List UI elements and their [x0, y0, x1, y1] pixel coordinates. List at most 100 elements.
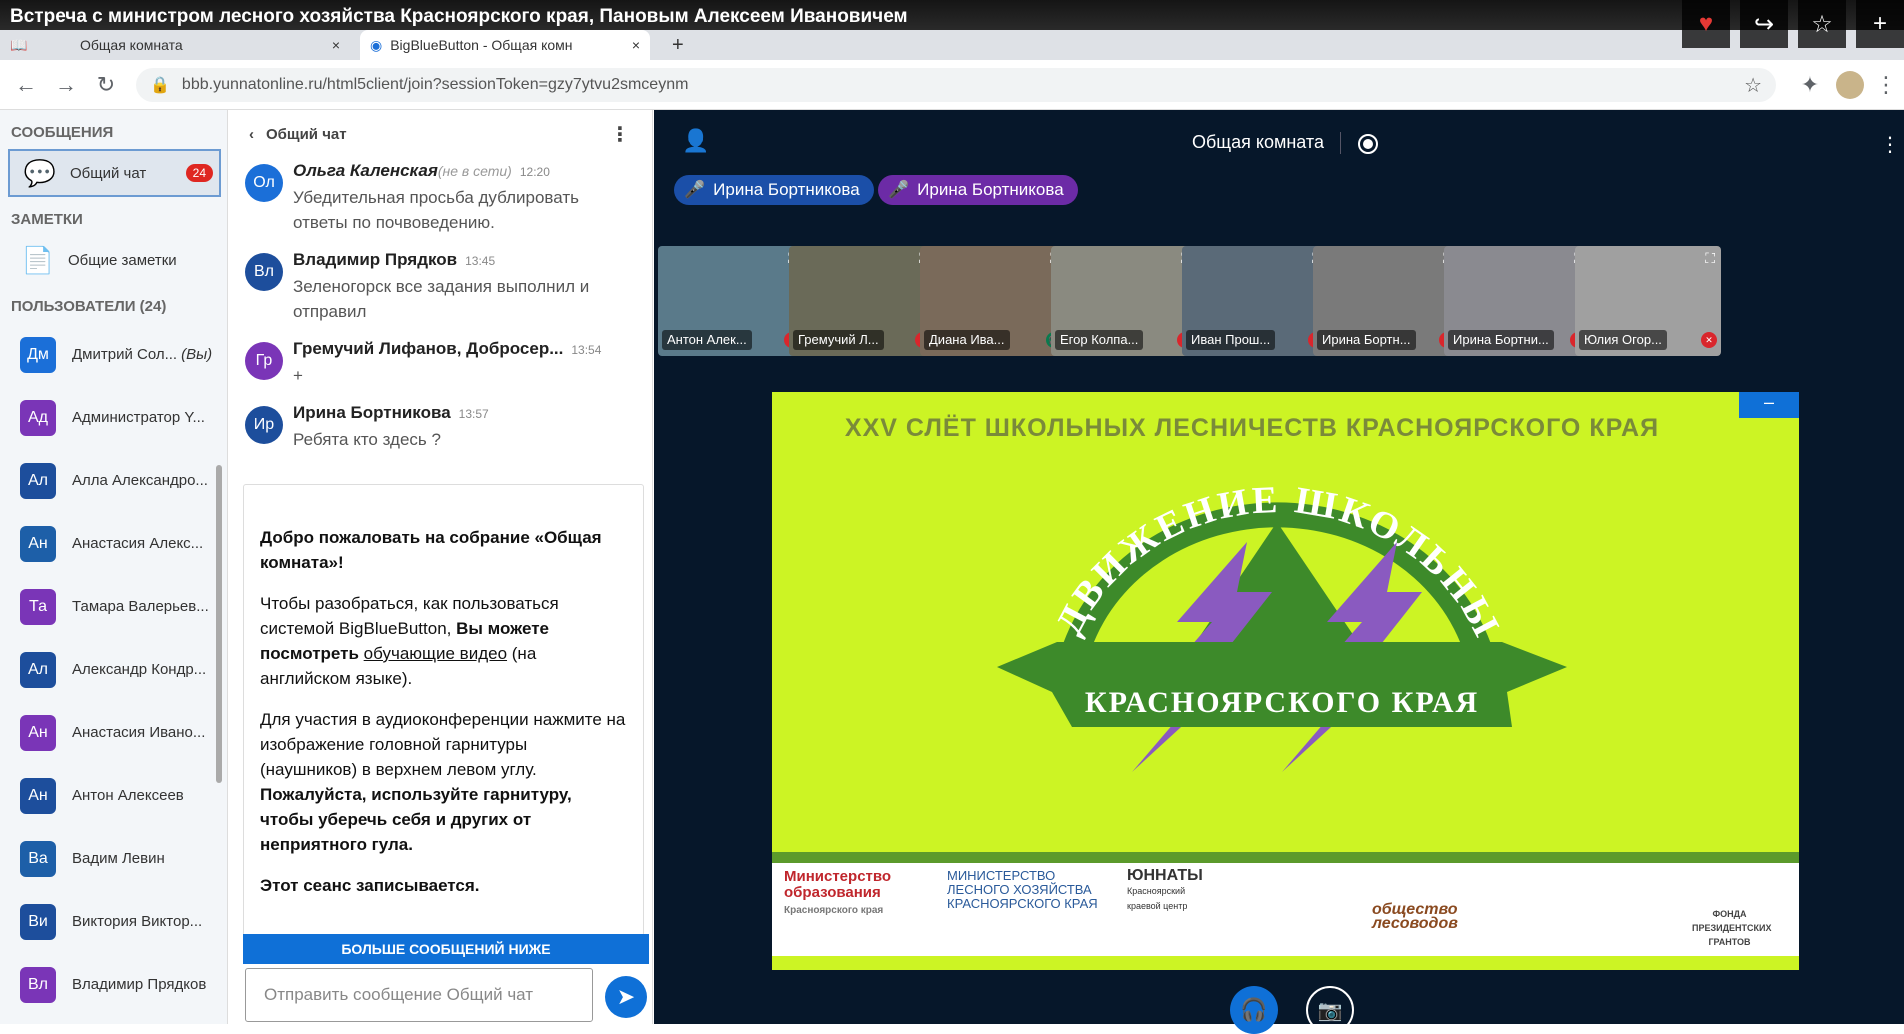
user-name-text: Дмитрий Сол... — [72, 346, 178, 363]
talker-badge[interactable]: 🎤 Ирина Бортникова — [878, 175, 1078, 205]
talker-badge[interactable]: 🎤 Ирина Бортникова — [674, 175, 874, 205]
sender-name: Ольга Каленская — [293, 161, 438, 180]
youtube-title: Встреча с министром лесного хозяйства Кр… — [0, 0, 1904, 30]
user-name-text: Вадим Левин — [72, 850, 165, 867]
video-name: Антон Алек... — [662, 330, 752, 350]
message-text: Ребята кто здесь ? — [293, 430, 441, 449]
address-bar[interactable]: 🔒 bbb.yunnatonline.ru/html5client/join?s… — [136, 68, 1776, 102]
user-list-item[interactable]: Ан Антон Алексеев — [0, 764, 227, 827]
user-list-item[interactable]: Та Тамара Валерьев... — [0, 575, 227, 638]
close-icon[interactable]: × — [332, 37, 340, 53]
video-tile[interactable]: ⛶Иван Прош...✕ — [1182, 246, 1328, 356]
user-list-item[interactable]: Ал Александр Кондр... — [0, 638, 227, 701]
more-messages-button[interactable]: БОЛЬШЕ СООБЩЕНИЙ НИЖЕ — [243, 934, 649, 964]
video-tile[interactable]: ⛶Антон Алек...✕ — [658, 246, 804, 356]
reload-icon[interactable]: ↻ — [86, 72, 126, 98]
bbb-icon: ◉ — [370, 36, 383, 53]
video-tile[interactable]: ⛶Диана Ива...🎧 — [920, 246, 1066, 356]
users-scrollbar[interactable] — [216, 465, 222, 783]
message-text: Зеленогорск все задания выполнил и отпра… — [293, 277, 590, 321]
message-list: Ол Ольга Каленская(не в сети) 12:20 Убедите… — [229, 158, 652, 452]
tab-label: BigBlueButton - Общая комн — [390, 37, 573, 53]
logo-text: Красноярского края — [784, 905, 884, 916]
tab-room[interactable]: Общая комната × — [70, 30, 350, 60]
divider — [1340, 132, 1341, 154]
avatar: Та — [20, 588, 56, 625]
bookmark-star-icon[interactable]: ☆ — [1744, 73, 1762, 98]
chat-input[interactable]: Отправить сообщение Общий чат — [245, 968, 593, 1022]
back-icon[interactable]: ← — [6, 72, 46, 98]
welcome-message: Добро пожаловать на собрание «Общая комн… — [243, 484, 644, 936]
user-list-item[interactable]: Ан Анастасия Ивано... — [0, 701, 227, 764]
chat-icon: 💬 — [23, 157, 57, 188]
message-header: Гремучий Лифанов, Добросер... 13:54 — [293, 336, 638, 363]
user-list-item[interactable]: Ва Вадим Левин — [0, 827, 227, 890]
user-list-item[interactable]: Вл Владимир Прядков — [0, 953, 227, 1016]
record-icon[interactable] — [1358, 134, 1378, 154]
video-tile[interactable]: ⛶Ирина Бортни...✕ — [1444, 246, 1590, 356]
video-tile[interactable]: ⛶Ирина Бортн...✕ — [1313, 246, 1459, 356]
chat-options-icon[interactable]: ⋮ — [610, 122, 630, 147]
audio-button[interactable]: 🎧 — [1230, 986, 1278, 1034]
notes-heading: ЗАМЕТКИ — [11, 211, 83, 228]
user-list-item[interactable]: Ад Администратор Y... — [0, 386, 227, 449]
welcome-text: »! — [328, 553, 344, 572]
send-button[interactable]: ➤ — [605, 976, 647, 1018]
sender-name: Ирина Бортникова — [293, 403, 451, 422]
user-name-text: Антон Алексеев — [72, 787, 184, 804]
chat-link-label: Общий чат — [70, 164, 147, 182]
chevron-left-icon[interactable]: ‹ — [249, 126, 254, 143]
chat-title: Общий чат — [266, 125, 347, 143]
menu-icon[interactable]: ⋮ — [1872, 72, 1900, 98]
tutorial-link[interactable]: обучающие видео — [364, 644, 507, 663]
user-name: Алла Александро... — [72, 472, 218, 489]
chat-message: Вл Владимир Прядков 13:45 Зеленогорск все з… — [229, 247, 652, 324]
user-list-item[interactable]: Ан Анастасия Алекс... — [0, 512, 227, 575]
extensions-icon[interactable]: ✦ — [1790, 72, 1830, 98]
video-name: Диана Ива... — [924, 330, 1010, 350]
options-icon[interactable]: ⋮ — [1880, 132, 1900, 157]
avatar: Ан — [20, 525, 56, 562]
profile-avatar[interactable] — [1836, 70, 1864, 99]
url-text: bbb.yunnatonline.ru/html5client/join?ses… — [181, 76, 689, 93]
shared-notes-link[interactable]: 📄 Общие заметки — [8, 236, 221, 284]
add-icon[interactable]: + — [1856, 0, 1904, 48]
user-list-item[interactable]: Ви Виктория Виктор... — [0, 890, 227, 953]
user-name: Вадим Левин — [72, 850, 218, 867]
user-name: Александр Кондр... — [72, 661, 218, 678]
video-tile[interactable]: ⛶Гремучий Л...✕ — [789, 246, 935, 356]
video-tile[interactable]: ⛶Егор Колпа...✕ — [1051, 246, 1197, 356]
user-icon[interactable]: 👤 — [682, 128, 709, 154]
youtube-overlay-buttons: ♥ ↪ ☆ + — [1672, 0, 1904, 54]
message-time: 12:20 — [519, 165, 550, 179]
video-tile[interactable]: ⛶ Юлия Огор... ✕ — [1575, 246, 1721, 356]
message-body: Ольга Каленская(не в сети) 12:20 Убедитель… — [293, 158, 638, 235]
welcome-line: Добро пожаловать на собрание «Общая комн… — [260, 525, 627, 575]
user-name-text: Тамара Валерьев... — [72, 598, 209, 615]
logo-text: ЮННАТЫ — [1127, 867, 1203, 884]
camera-button[interactable]: 📷 — [1306, 986, 1354, 1034]
star-icon[interactable]: ☆ — [1798, 0, 1846, 48]
video-name: Гремучий Л... — [793, 330, 884, 350]
main-area: 👤 Общая комната ⋮ 🎤 Ирина Бортникова 🎤 Ири… — [654, 110, 1904, 1034]
notes-icon: 📄 — [21, 244, 55, 275]
close-icon[interactable]: × — [632, 37, 640, 53]
logo-minles: МИНИСТЕРСТВО ЛЕСНОГО ХОЗЯЙСТВА КРАСНОЯРС… — [947, 868, 1098, 911]
book-icon[interactable]: 📖 — [0, 30, 30, 60]
public-chat-link[interactable]: 💬 Общий чат 24 — [8, 149, 221, 197]
fullscreen-icon[interactable]: ⛶ — [1705, 250, 1715, 267]
forward-icon[interactable]: → — [46, 72, 86, 98]
ribbon-text: КРАСНОЯРСКОГО КРАЯ — [1085, 686, 1479, 719]
welcome-text: Добро пожаловать на собрание « — [260, 528, 544, 547]
new-tab-button[interactable]: + — [662, 30, 692, 60]
user-list-item[interactable]: Дм Дмитрий Сол... (Вы) — [0, 323, 227, 386]
like-icon[interactable]: ♥ — [1682, 0, 1730, 48]
user-name: Тамара Валерьев... — [72, 598, 218, 615]
tab-bbb[interactable]: ◉ BigBlueButton - Общая комн × — [360, 30, 650, 60]
user-list-item[interactable]: Ал Алла Александро... — [0, 449, 227, 512]
user-name-text: Анастасия Алекс... — [72, 535, 204, 552]
offline-label: (не в сети) — [437, 163, 512, 179]
message-body: Ирина Бортникова 13:57 Ребята кто здесь ? — [293, 400, 638, 452]
chat-header[interactable]: ‹ Общий чат ⋮ — [229, 110, 652, 158]
share-icon[interactable]: ↪ — [1740, 0, 1788, 48]
